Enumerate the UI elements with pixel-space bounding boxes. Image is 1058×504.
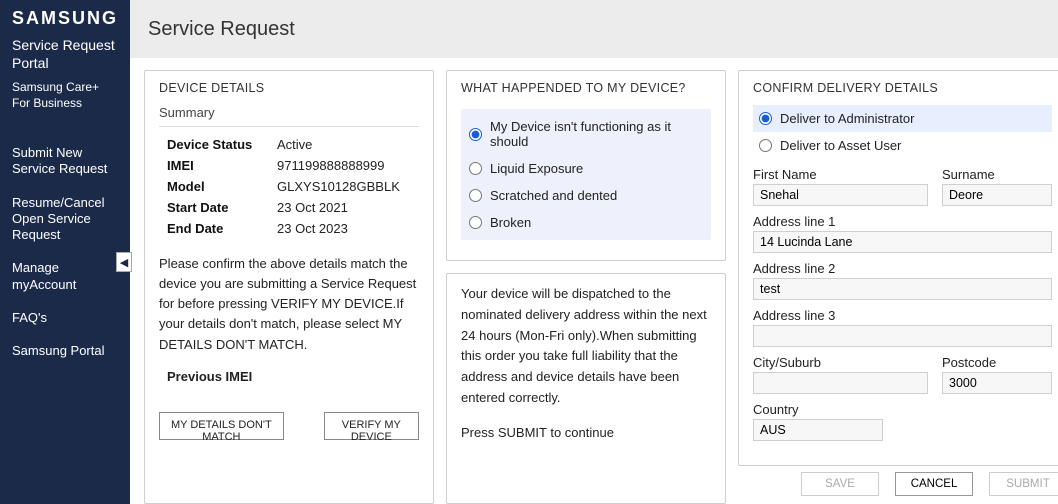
panel-dispatch-info: Your device will be dispatched to the no…: [446, 273, 726, 504]
addr2-label: Address line 2: [753, 261, 1052, 276]
deliver-opt-label-0: Deliver to Administrator: [780, 111, 914, 126]
end-date-value: 23 Oct 2023: [277, 221, 348, 236]
issue-radio-0[interactable]: [469, 128, 482, 141]
first-name-label: First Name: [753, 167, 928, 182]
first-name-input[interactable]: [753, 184, 928, 206]
page-title: Service Request: [148, 18, 295, 41]
save-button[interactable]: SAVE: [801, 472, 879, 496]
sidebar-nav: Submit New Service Request Resume/Cancel…: [12, 145, 118, 359]
deliver-to-asset-user[interactable]: Deliver to Asset User: [753, 132, 1052, 159]
city-input[interactable]: [753, 372, 928, 394]
issue-radio-1[interactable]: [469, 162, 482, 175]
verify-my-device-button[interactable]: VERIFY MY DEVICE: [324, 412, 419, 440]
country-input[interactable]: [753, 419, 883, 441]
footer-buttons: SAVE CANCEL SUBMIT: [738, 466, 1058, 504]
sidebar-collapse-icon[interactable]: ◀: [116, 252, 132, 272]
submit-button[interactable]: SUBMIT: [989, 472, 1058, 496]
panel-what-happened: WHAT HAPPENDED TO MY DEVICE? My Device i…: [446, 70, 726, 261]
nav-faqs[interactable]: FAQ's: [12, 310, 118, 326]
postcode-input[interactable]: [942, 372, 1052, 394]
content: DEVICE DETAILS Summary Device StatusActi…: [130, 58, 1058, 504]
issue-opt-liquid[interactable]: Liquid Exposure: [469, 161, 703, 176]
panel-title-issue: WHAT HAPPENDED TO MY DEVICE?: [461, 81, 711, 95]
sidebar: SAMSUNG Service Request Portal Samsung C…: [0, 0, 130, 504]
nav-samsung-portal[interactable]: Samsung Portal: [12, 343, 118, 359]
surname-input[interactable]: [942, 184, 1052, 206]
confirm-instructions: Please confirm the above details match t…: [159, 254, 419, 355]
addr1-label: Address line 1: [753, 214, 1052, 229]
nav-manage-account[interactable]: Manage myAccount: [12, 260, 118, 293]
page-header: Service Request: [130, 0, 1058, 58]
summary-label: Summary: [159, 105, 419, 120]
issue-radio-3[interactable]: [469, 216, 482, 229]
issue-opt-label-2: Scratched and dented: [490, 188, 617, 203]
imei-label: IMEI: [167, 158, 277, 173]
device-status-label: Device Status: [167, 137, 277, 152]
issue-opt-scratched[interactable]: Scratched and dented: [469, 188, 703, 203]
addr2-input[interactable]: [753, 278, 1052, 300]
panel-title-delivery: CONFIRM DELIVERY DETAILS: [753, 81, 1052, 95]
postcode-label: Postcode: [942, 355, 1052, 370]
issue-radio-2[interactable]: [469, 189, 482, 202]
device-status-value: Active: [277, 137, 312, 152]
brand-logo: SAMSUNG: [12, 8, 118, 29]
addr1-input[interactable]: [753, 231, 1052, 253]
deliver-radio-asset[interactable]: [759, 139, 772, 152]
imei-value: 971199888888999: [277, 158, 385, 173]
start-date-label: Start Date: [167, 200, 277, 215]
issue-opt-label-0: My Device isn't functioning as it should: [490, 119, 703, 149]
my-details-dont-match-button[interactable]: MY DETAILS DON'T MATCH: [159, 412, 284, 440]
issue-opt-broken[interactable]: Broken: [469, 215, 703, 230]
cancel-button[interactable]: CANCEL: [895, 472, 973, 496]
divider: [159, 126, 419, 127]
submit-hint: Press SUBMIT to continue: [461, 423, 711, 444]
deliver-opt-label-1: Deliver to Asset User: [780, 138, 901, 153]
issue-opt-label-3: Broken: [490, 215, 531, 230]
panel-device-details: DEVICE DETAILS Summary Device StatusActi…: [144, 70, 434, 504]
model-label: Model: [167, 179, 277, 194]
addr3-input[interactable]: [753, 325, 1052, 347]
dispatch-text: Your device will be dispatched to the no…: [461, 284, 711, 409]
brand-subtitle: Service Request Portal: [12, 37, 118, 72]
panel-title-device: DEVICE DETAILS: [159, 81, 419, 95]
deliver-radio-admin[interactable]: [759, 112, 772, 125]
addr3-label: Address line 3: [753, 308, 1052, 323]
nav-resume-cancel[interactable]: Resume/Cancel Open Service Request: [12, 195, 118, 244]
model-value: GLXYS10128GBBLK: [277, 179, 400, 194]
previous-imei-label: Previous IMEI: [167, 369, 419, 384]
end-date-label: End Date: [167, 221, 277, 236]
issue-options: My Device isn't functioning as it should…: [461, 109, 711, 240]
issue-opt-not-functioning[interactable]: My Device isn't functioning as it should: [469, 119, 703, 149]
issue-opt-label-1: Liquid Exposure: [490, 161, 583, 176]
main: Service Request DEVICE DETAILS Summary D…: [130, 0, 1058, 504]
nav-submit-new[interactable]: Submit New Service Request: [12, 145, 118, 178]
country-label: Country: [753, 402, 883, 417]
brand-product: Samsung Care+ For Business: [12, 80, 118, 111]
start-date-value: 23 Oct 2021: [277, 200, 348, 215]
panel-delivery: CONFIRM DELIVERY DETAILS Deliver to Admi…: [738, 70, 1058, 466]
surname-label: Surname: [942, 167, 1052, 182]
deliver-to-admin[interactable]: Deliver to Administrator: [753, 105, 1052, 132]
city-label: City/Suburb: [753, 355, 928, 370]
